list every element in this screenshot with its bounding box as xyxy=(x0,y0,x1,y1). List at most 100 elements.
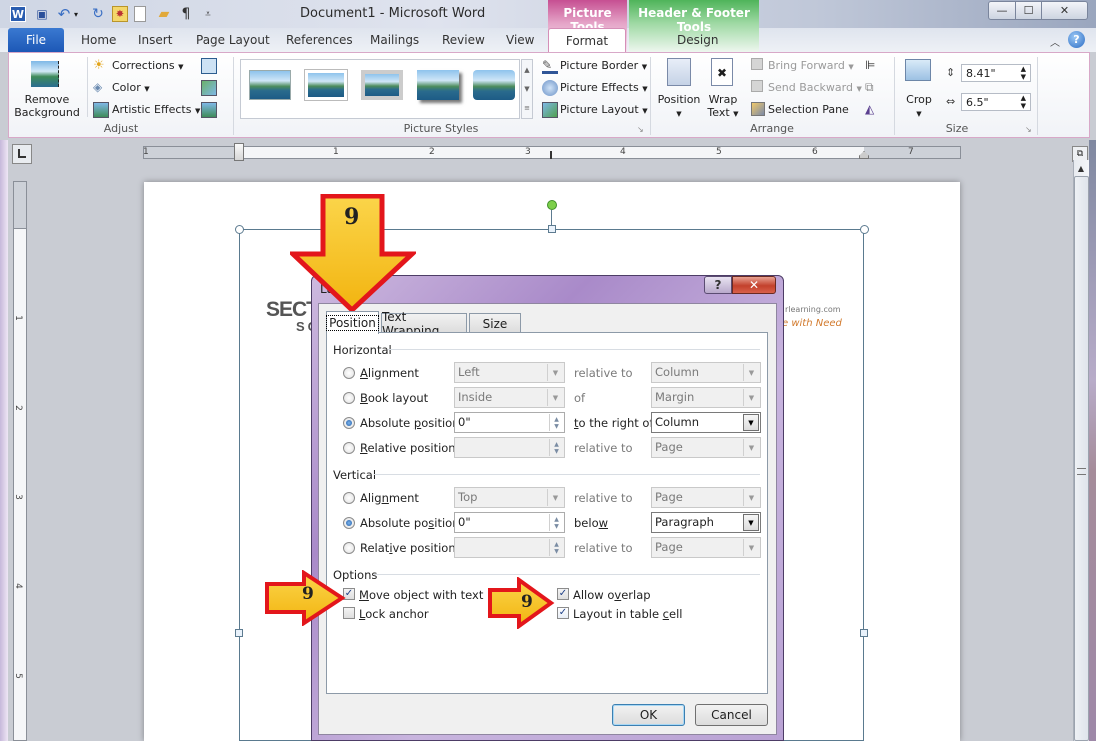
v-absolute-position-relative-select[interactable]: Paragraph ▼ xyxy=(651,512,761,533)
v-alignment-radio[interactable] xyxy=(343,492,355,504)
layout-in-table-cell-checkbox[interactable]: ✓ xyxy=(557,607,569,619)
change-picture-icon[interactable] xyxy=(201,80,217,96)
v-relative-position-radio[interactable] xyxy=(343,542,355,554)
reset-picture-icon[interactable] xyxy=(201,102,217,118)
picture-effects-button[interactable]: Picture Effects ▼ xyxy=(560,81,648,94)
tab-text-wrapping[interactable]: Text Wrapping xyxy=(381,310,467,338)
tab-review[interactable]: Review xyxy=(442,33,485,47)
crop-button[interactable]: Crop ▼ xyxy=(899,93,939,121)
tab-file[interactable]: File xyxy=(8,28,64,52)
h-alignment-select[interactable]: Left ▼ xyxy=(454,362,565,383)
tab-insert[interactable]: Insert xyxy=(138,33,172,47)
redo-icon[interactable]: ↻ xyxy=(90,6,106,22)
tab-view[interactable]: View xyxy=(506,33,534,47)
indent-marker[interactable] xyxy=(234,143,244,161)
ok-button[interactable]: OK xyxy=(612,704,685,726)
v-alignment-select[interactable]: Top ▼ xyxy=(454,487,565,508)
help-icon[interactable]: ? xyxy=(1068,31,1085,48)
v-relative-position-input[interactable]: ▲ ▼ xyxy=(454,537,565,558)
resize-handle-right[interactable] xyxy=(860,629,868,637)
align-icon[interactable]: ⊫ xyxy=(865,58,881,74)
corrections-button[interactable]: Corrections ▼ xyxy=(112,59,184,72)
customize-qat-icon[interactable]: ⩡ xyxy=(200,6,216,22)
height-spinner[interactable]: ▲ ▼ xyxy=(1021,65,1026,81)
gallery-down-icon[interactable]: ▼ xyxy=(524,85,529,93)
compress-pictures-icon[interactable] xyxy=(201,58,217,74)
gallery-up-icon[interactable]: ▲ xyxy=(524,66,529,74)
gallery-more-icon[interactable]: ≡ xyxy=(524,104,530,112)
h-absolute-position-input[interactable]: 0" ▲ ▼ xyxy=(454,412,565,433)
resize-handle-top[interactable] xyxy=(548,225,556,233)
save-icon[interactable]: ▣ xyxy=(34,6,50,22)
picture-layout-button[interactable]: Picture Layout ▼ xyxy=(560,103,648,116)
width-spinner[interactable]: ▲ ▼ xyxy=(1021,94,1026,110)
cancel-button[interactable]: Cancel xyxy=(695,704,768,726)
dialog-close-button[interactable]: ✕ xyxy=(732,276,776,294)
minimize-button[interactable]: — xyxy=(988,1,1016,20)
maximize-button[interactable]: ☐ xyxy=(1015,1,1042,20)
remove-background-button[interactable]: Remove Background xyxy=(13,93,81,119)
bring-forward-button[interactable]: Bring Forward ▼ xyxy=(768,59,854,72)
picture-styles-gallery[interactable] xyxy=(240,59,520,119)
tab-stop-marker[interactable] xyxy=(550,151,552,159)
h-relative-position-input[interactable]: ▲ ▼ xyxy=(454,437,565,458)
color-button[interactable]: Color ▼ xyxy=(112,81,150,94)
gallery-scroll[interactable]: ▲ ▼ ≡ xyxy=(521,59,533,119)
tab-home[interactable]: Home xyxy=(81,33,116,47)
h-absolute-position-radio[interactable] xyxy=(343,417,355,429)
picture-style-drop-shadow[interactable] xyxy=(417,70,459,100)
book-layout-of-select[interactable]: Margin ▼ xyxy=(651,387,761,408)
allow-overlap-checkbox[interactable]: ✓ xyxy=(557,588,569,600)
new-document-icon[interactable] xyxy=(134,6,146,22)
dialog-launcher-icon[interactable]: ↘ xyxy=(637,125,644,134)
h-absolute-position-relative-select[interactable]: Column ▼ xyxy=(651,412,761,433)
book-layout-radio[interactable] xyxy=(343,392,355,404)
wrap-text-button[interactable]: Wrap Text ▼ xyxy=(707,93,739,121)
picture-style-beveled-matte[interactable] xyxy=(305,70,347,100)
picture-border-button[interactable]: Picture Border ▼ xyxy=(560,59,647,72)
resize-handle-left[interactable] xyxy=(235,629,243,637)
tab-position[interactable]: Position xyxy=(326,311,379,334)
book-layout-select[interactable]: Inside ▼ xyxy=(454,387,565,408)
tab-design[interactable]: Design xyxy=(677,33,718,47)
scroll-up-icon[interactable]: ▲ xyxy=(1075,164,1087,174)
v-relative-position-select[interactable]: Page ▼ xyxy=(651,537,761,558)
v-alignment-relative-select[interactable]: Page ▼ xyxy=(651,487,761,508)
artistic-effects-button[interactable]: Artistic Effects ▼ xyxy=(112,103,200,116)
picture-style-reflected-rounded[interactable] xyxy=(473,70,515,100)
width-field[interactable]: 6.5" ▲ ▼ xyxy=(961,93,1031,111)
send-backward-button[interactable]: Send Backward ▼ xyxy=(768,81,862,94)
dialog-help-button[interactable]: ? xyxy=(704,276,732,294)
undo-dropdown-icon[interactable]: ▾ xyxy=(72,6,80,22)
position-button[interactable]: Position ▼ xyxy=(654,93,704,121)
resize-handle-top-right[interactable] xyxy=(860,225,869,234)
rotate-icon[interactable]: ◭ xyxy=(865,102,881,118)
tab-size[interactable]: Size xyxy=(469,313,521,333)
height-field[interactable]: 8.41" ▲ ▼ xyxy=(961,64,1031,82)
rotation-handle[interactable] xyxy=(547,200,557,210)
dialog-launcher-icon[interactable]: ↘ xyxy=(1025,125,1032,134)
group-icon[interactable]: ⧉ xyxy=(865,80,881,96)
word-logo-icon[interactable]: W xyxy=(10,6,26,22)
undo-icon[interactable]: ↶ xyxy=(56,5,72,23)
h-relative-position-select[interactable]: Page ▼ xyxy=(651,437,761,458)
spinner-icon[interactable]: ▲ ▼ xyxy=(549,439,563,456)
picture-style-metal-frame[interactable] xyxy=(361,70,403,100)
close-button[interactable]: ✕ xyxy=(1041,1,1088,20)
resize-handle-top-left[interactable] xyxy=(235,225,244,234)
h-alignment-radio[interactable] xyxy=(343,367,355,379)
vertical-ruler[interactable] xyxy=(13,181,27,741)
tab-format[interactable]: Format xyxy=(548,28,626,53)
spinner-icon[interactable]: ▲ ▼ xyxy=(549,414,563,431)
minimize-ribbon-icon[interactable]: ︿ xyxy=(1050,34,1060,49)
v-absolute-position-input[interactable]: 0" ▲ ▼ xyxy=(454,512,565,533)
h-alignment-relative-select[interactable]: Column ▼ xyxy=(651,362,761,383)
picture-style-simple-frame-white[interactable] xyxy=(249,70,291,100)
v-absolute-position-radio[interactable] xyxy=(343,517,355,529)
tab-selector[interactable] xyxy=(12,144,32,164)
spinner-icon[interactable]: ▲ ▼ xyxy=(549,539,563,556)
paragraph-mark-icon[interactable]: ¶ xyxy=(178,6,194,22)
horizontal-ruler[interactable] xyxy=(143,146,961,159)
open-folder-icon[interactable]: ▰ xyxy=(156,6,172,22)
insert-picture-icon[interactable]: ✸ xyxy=(112,6,128,22)
